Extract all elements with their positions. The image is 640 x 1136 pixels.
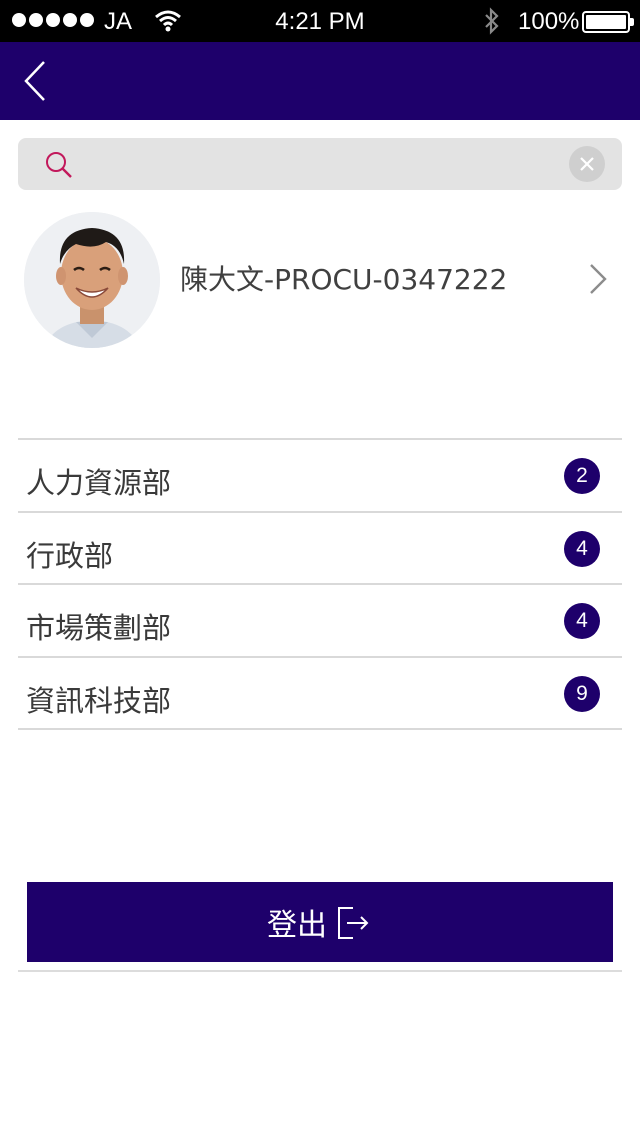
logout-button[interactable]: 登出: [27, 882, 613, 962]
list-item[interactable]: 行政部 4: [18, 513, 622, 585]
count-badge: 4: [564, 603, 600, 639]
back-button[interactable]: [14, 56, 64, 106]
count-badge: 2: [564, 458, 600, 494]
department-list: 人力資源部 2 行政部 4 市場策劃部 4 資訊科技部 9: [18, 438, 622, 730]
profile-row[interactable]: 陳大文-PROCU-0347222: [18, 206, 622, 348]
logout-label: 登出: [267, 908, 327, 943]
count-badge: 4: [564, 530, 600, 567]
chevron-left-icon: [24, 61, 45, 101]
battery-percentage: 100%: [518, 8, 580, 35]
clear-search-button[interactable]: [569, 146, 605, 182]
search-bar: [18, 138, 622, 190]
department-label: 行政部: [26, 538, 114, 573]
bluetooth-icon: [482, 7, 502, 42]
close-icon: [580, 157, 594, 171]
status-bar: JA 4:21 PM 100%: [0, 0, 640, 42]
department-label: 人力資源部: [26, 466, 172, 500]
list-item[interactable]: 資訊科技部 9: [18, 658, 622, 730]
chevron-right-icon: [590, 264, 607, 294]
logout-icon: [338, 907, 369, 939]
count-badge: 9: [564, 675, 600, 712]
navigation-bar: [0, 42, 640, 120]
list-item[interactable]: 市場策劃部 4: [18, 585, 622, 658]
battery-icon: [582, 11, 634, 33]
avatar: [24, 212, 160, 348]
department-label: 市場策劃部: [26, 611, 172, 645]
search-input[interactable]: [88, 144, 568, 184]
list-item[interactable]: 人力資源部 2: [18, 440, 622, 513]
department-label: 資訊科技部: [26, 683, 172, 718]
divider: [18, 970, 622, 972]
profile-name: 陳大文-PROCU-0347222: [180, 263, 508, 296]
search-icon: [46, 152, 72, 178]
